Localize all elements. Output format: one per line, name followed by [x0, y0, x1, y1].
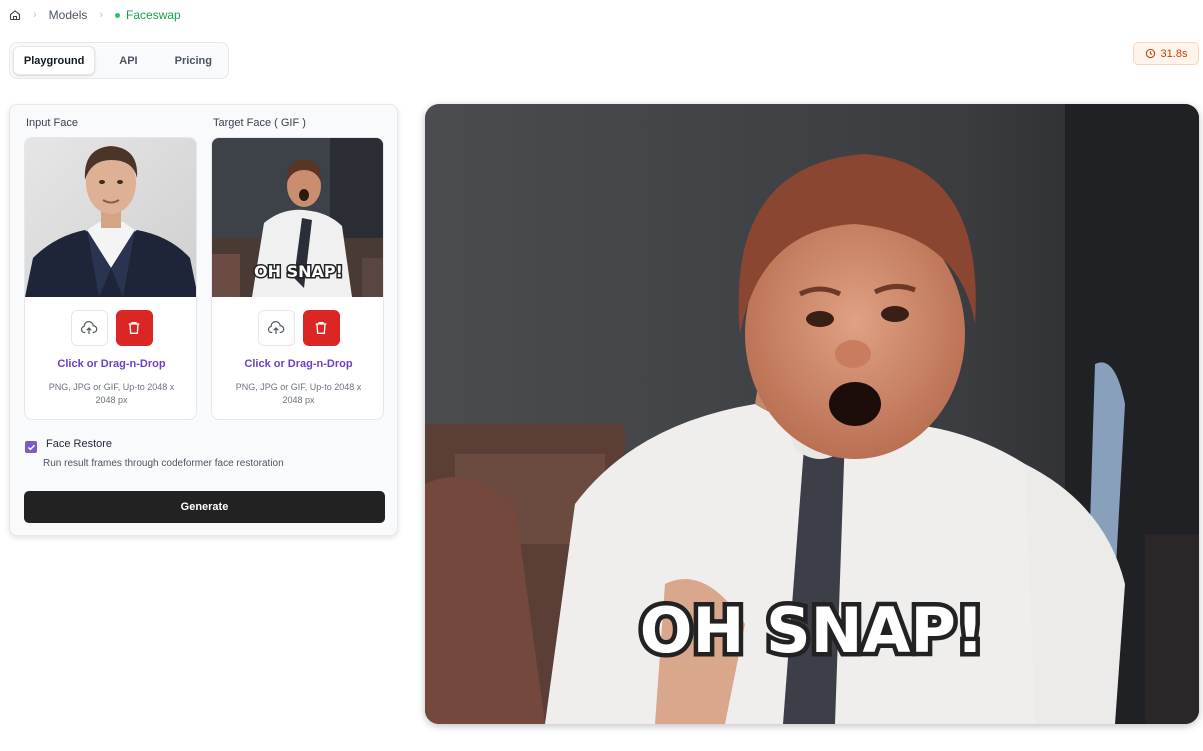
- cloud-upload-icon: [267, 321, 285, 334]
- target-face-label: Target Face ( GIF ): [213, 117, 306, 129]
- upload-button[interactable]: [70, 310, 108, 346]
- input-face-image: [25, 138, 196, 297]
- cloud-upload-icon: [80, 321, 98, 334]
- trash-icon: [128, 322, 140, 334]
- faceswap-form-panel: Input Face Target Face ( GIF ) Click or …: [9, 104, 398, 536]
- breadcrumb-models[interactable]: Models: [49, 8, 88, 22]
- check-icon: [27, 444, 35, 450]
- elapsed-time-badge: 31.8s: [1133, 42, 1199, 65]
- breadcrumb-current: Faceswap: [115, 8, 181, 22]
- elapsed-time-value: 31.8s: [1160, 47, 1188, 60]
- face-restore-description: Run result frames through codeformer fac…: [43, 458, 284, 469]
- target-face-dropzone[interactable]: OH SNAP! Click or Drag-n-Drop PNG, JPG o…: [211, 137, 384, 420]
- face-restore-checkbox[interactable]: [25, 441, 37, 453]
- status-dot-icon: [115, 12, 121, 18]
- input-face-dropzone[interactable]: Click or Drag-n-Drop PNG, JPG or GIF, Up…: [24, 137, 197, 420]
- breadcrumb-separator: ›: [33, 9, 37, 21]
- target-face-drop-text[interactable]: Click or Drag-n-Drop: [212, 358, 383, 370]
- tab-pricing[interactable]: Pricing: [162, 46, 225, 75]
- trash-icon: [315, 322, 327, 334]
- tab-playground[interactable]: Playground: [13, 46, 96, 75]
- tab-api[interactable]: API: [95, 46, 161, 75]
- breadcrumb: › Models › Faceswap: [9, 5, 181, 25]
- breadcrumb-current-label: Faceswap: [126, 8, 181, 22]
- delete-button[interactable]: [302, 310, 340, 346]
- breadcrumb-separator: ›: [99, 9, 104, 21]
- input-face-hint: PNG, JPG or GIF, Up-to 2048 x 2048 px: [48, 382, 175, 405]
- result-gif-caption: OH SNAP!: [640, 594, 984, 667]
- home-icon[interactable]: [9, 9, 21, 21]
- target-gif-caption: OH SNAP!: [254, 262, 343, 281]
- face-restore-label[interactable]: Face Restore: [46, 438, 112, 450]
- delete-button[interactable]: [115, 310, 153, 346]
- generate-button[interactable]: Generate: [24, 491, 385, 523]
- upload-button[interactable]: [257, 310, 295, 346]
- input-face-drop-text[interactable]: Click or Drag-n-Drop: [25, 358, 196, 370]
- tab-bar: Playground API Pricing: [9, 42, 229, 79]
- target-face-hint: PNG, JPG or GIF, Up-to 2048 x 2048 px: [235, 382, 362, 405]
- result-image: OH SNAP!: [425, 104, 1199, 724]
- input-face-label: Input Face: [26, 117, 78, 129]
- clock-icon: [1145, 48, 1156, 59]
